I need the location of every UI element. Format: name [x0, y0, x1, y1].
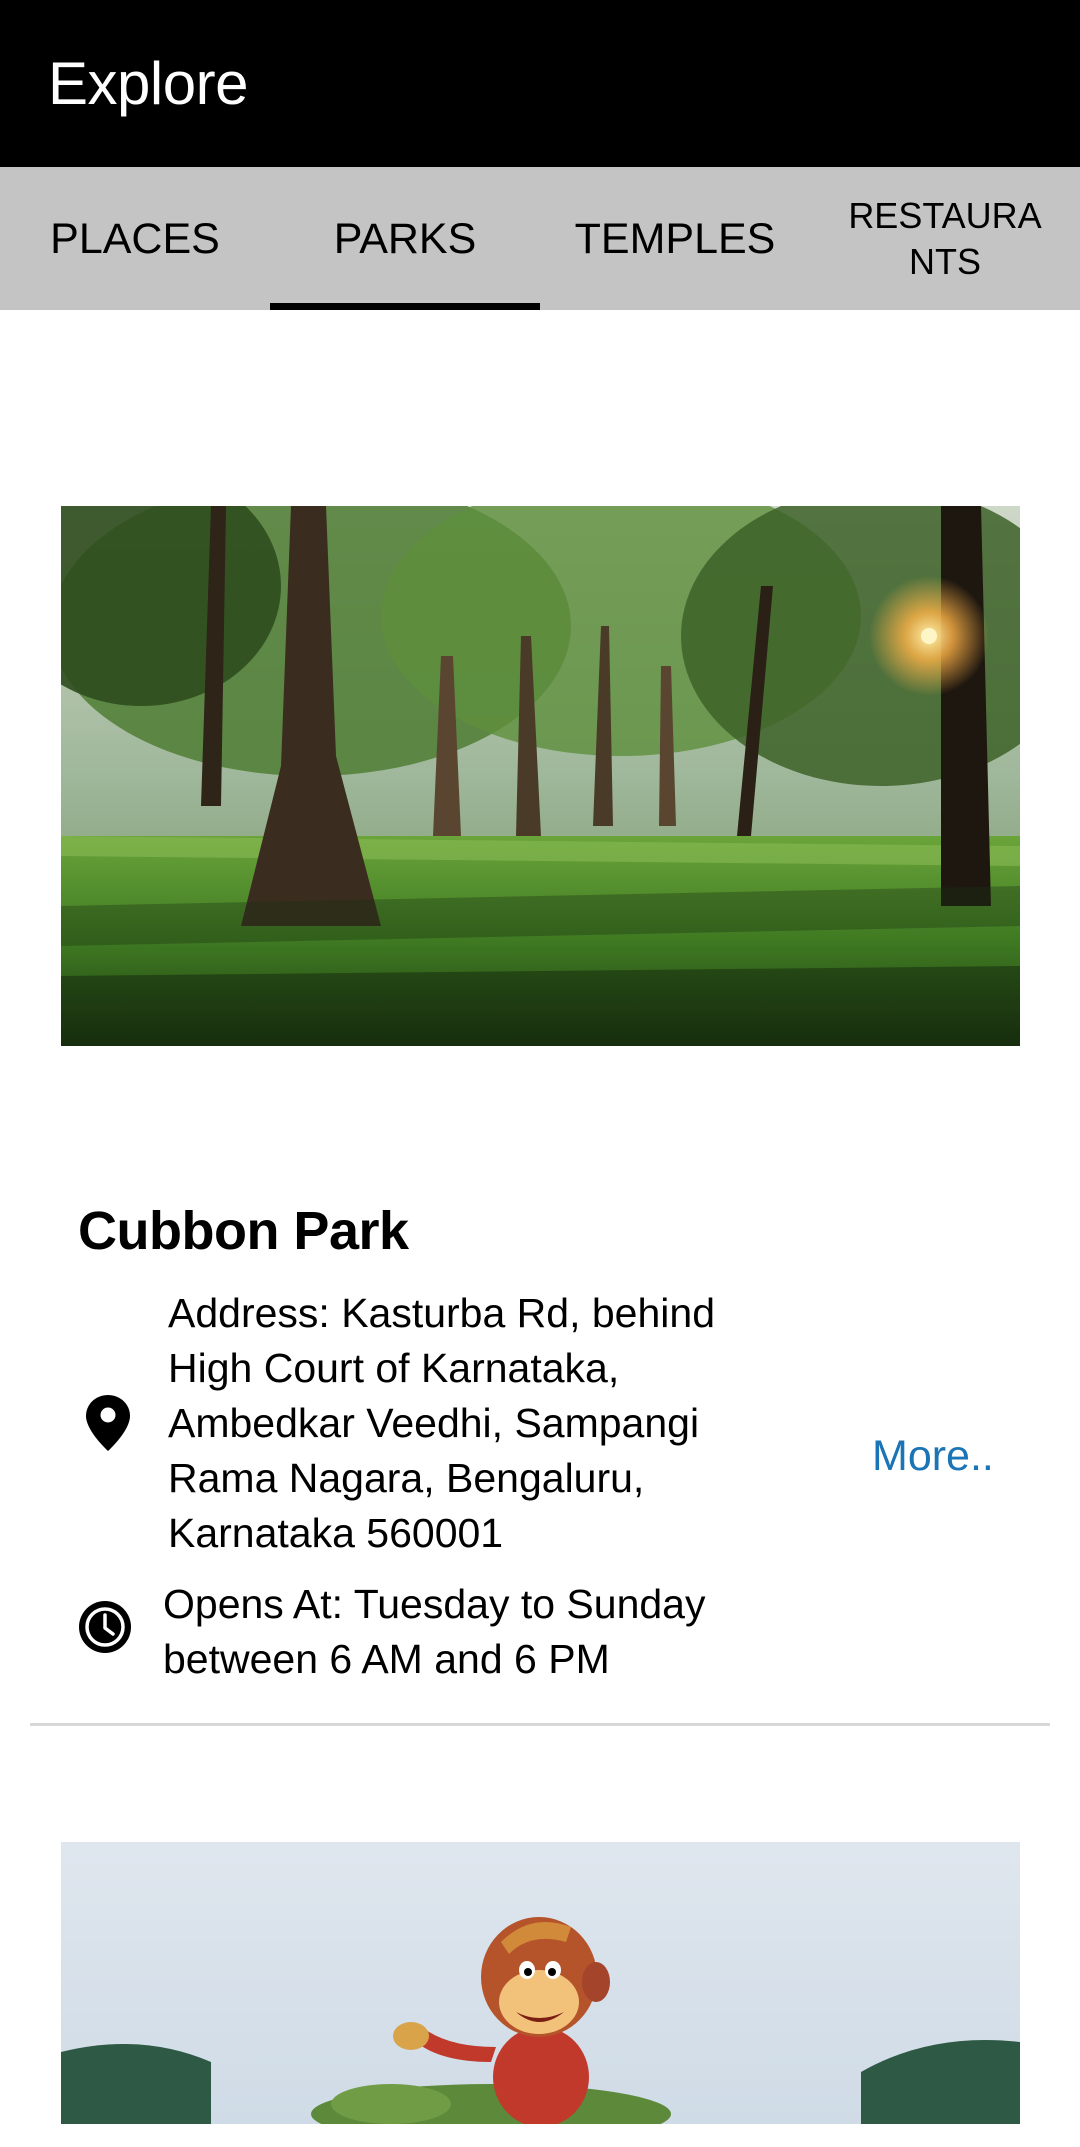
card-divider [30, 1723, 1050, 1726]
tab-places[interactable]: PLACES [0, 167, 270, 310]
park-photo[interactable] [61, 506, 1020, 1046]
park-photo-illustration [61, 506, 1020, 1046]
tab-parks-label: PARKS [333, 214, 477, 263]
monkey-statue-illustration [61, 1842, 1020, 2124]
park-photo-2[interactable] [61, 1842, 1020, 2124]
place-title: Cubbon Park [78, 1201, 409, 1261]
address-text: Address: Kasturba Rd, behind High Court … [168, 1290, 715, 1556]
selected-tab-indicator [270, 303, 540, 310]
tab-temples-label: TEMPLES [574, 214, 776, 263]
tab-parks[interactable]: PARKS [270, 167, 540, 310]
opening-hours-text: Opens At: Tuesday to Sunday between 6 AM… [163, 1581, 706, 1682]
tab-restaurants[interactable]: RESTAURANTS [810, 167, 1080, 310]
tab-temples[interactable]: TEMPLES [540, 167, 810, 310]
more-link[interactable]: More.. [872, 1428, 994, 1484]
tab-places-label: PLACES [50, 214, 220, 263]
app-bar: Explore [0, 0, 1080, 167]
location-pin-icon [86, 1395, 130, 1451]
tab-bar: PLACES PARKS TEMPLES RESTAURANTS [0, 167, 1080, 310]
app-title: Explore [48, 50, 248, 117]
tab-restaurants-label: RESTAURANTS [848, 194, 1042, 282]
clock-icon [78, 1600, 132, 1654]
